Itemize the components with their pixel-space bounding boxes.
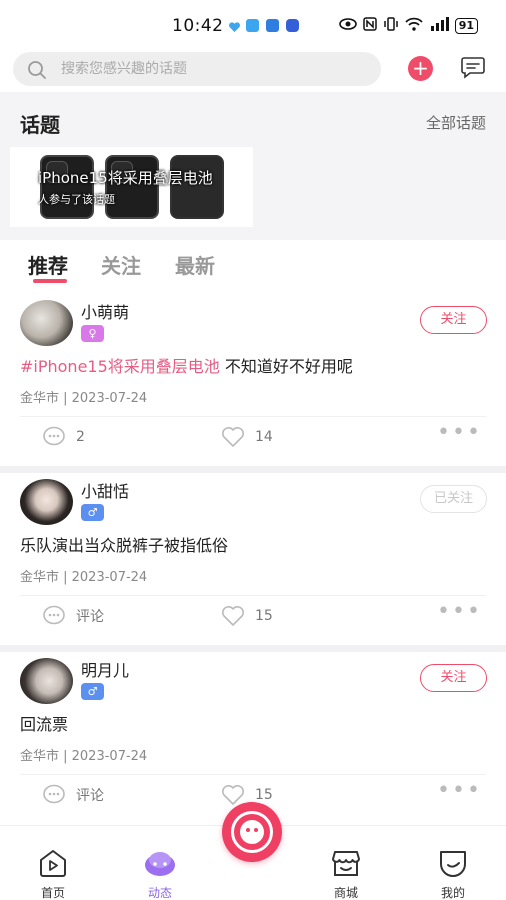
post-content[interactable]: #iPhone15将采用叠层电池 不知道好不好用呢 xyxy=(20,353,353,377)
post-card[interactable]: 明月儿 ♂ 关注 回流票 金华市 | 2023-07-24 评论 15 ••• xyxy=(0,652,506,824)
notification-shield-icon xyxy=(286,19,299,32)
add-icon[interactable]: + xyxy=(408,56,433,81)
follow-button[interactable]: 关注 xyxy=(420,664,487,692)
feed-tabs: 推荐 关注 最新 xyxy=(0,240,506,292)
comment-count: 2 xyxy=(76,429,85,445)
notification-app-icon xyxy=(246,19,259,32)
author-name[interactable]: 小甜恬 xyxy=(81,478,129,502)
nfc-icon xyxy=(362,17,377,34)
wifi-icon xyxy=(405,17,423,34)
comment-button[interactable]: 2 xyxy=(42,426,85,448)
eye-icon xyxy=(338,18,357,33)
more-icon[interactable]: ••• xyxy=(437,422,482,444)
battery-indicator: 91 xyxy=(454,17,478,34)
heart-icon xyxy=(222,606,244,626)
nav-shop[interactable]: 商城 xyxy=(316,848,376,900)
author-name[interactable]: 明月儿 xyxy=(81,657,129,681)
comment-button[interactable]: 评论 xyxy=(42,605,104,627)
status-icons: 91 xyxy=(338,17,478,34)
comment-icon xyxy=(43,784,65,804)
male-icon: ♂ xyxy=(81,504,104,521)
like-count: 14 xyxy=(255,429,273,445)
like-count: 15 xyxy=(255,787,273,803)
tab-latest[interactable]: 最新 xyxy=(175,250,215,279)
divider xyxy=(20,774,486,775)
avatar[interactable] xyxy=(20,300,73,346)
heart-icon xyxy=(222,427,244,447)
nav-moments-label: 动态 xyxy=(147,886,172,900)
post-card[interactable]: 小甜恬 ♂ 已关注 乐队演出当众脱裤子被指低俗 金华市 | 2023-07-24… xyxy=(0,473,506,652)
all-topics-link[interactable]: 全部话题 xyxy=(426,112,486,133)
home-icon xyxy=(40,850,66,877)
search-icon xyxy=(27,60,47,84)
comment-icon xyxy=(43,426,65,446)
search-bar[interactable] xyxy=(13,52,381,86)
avatar[interactable] xyxy=(20,658,73,704)
notification-heart-icon xyxy=(228,19,241,32)
author-name[interactable]: 小萌萌 xyxy=(81,299,129,323)
signal-icon xyxy=(429,17,449,34)
topic-card[interactable]: iPhone15将采用叠层电池 人参与了该话题 xyxy=(10,147,253,227)
female-icon: ♀ xyxy=(81,325,104,342)
post-text: 回流票 xyxy=(20,715,69,734)
status-time: 10:42 xyxy=(172,16,224,36)
notification-app-icon xyxy=(266,19,279,32)
message-icon[interactable] xyxy=(460,55,486,83)
tab-following[interactable]: 关注 xyxy=(101,250,141,279)
divider xyxy=(20,416,486,417)
nav-moments[interactable]: 动态 xyxy=(130,848,190,900)
comment-button[interactable]: 评论 xyxy=(42,784,104,806)
tab-recommend[interactable]: 推荐 xyxy=(28,250,68,279)
profile-icon xyxy=(440,851,466,877)
divider xyxy=(0,645,506,652)
topics-title: 话题 xyxy=(20,113,60,137)
vibrate-icon xyxy=(383,17,399,34)
divider xyxy=(0,466,506,473)
more-icon[interactable]: ••• xyxy=(437,780,482,802)
nav-profile-label: 我的 xyxy=(440,886,465,900)
avatar[interactable] xyxy=(20,479,73,525)
comment-label: 评论 xyxy=(76,609,104,625)
search-input[interactable] xyxy=(61,52,361,86)
topic-participants: 人参与了该话题 xyxy=(38,193,115,206)
post-meta: 金华市 | 2023-07-24 xyxy=(20,570,148,585)
nav-profile[interactable]: 我的 xyxy=(423,848,483,900)
post-text: 乐队演出当众脱裤子被指低俗 xyxy=(20,536,229,555)
topic-title: iPhone15将采用叠层电池 xyxy=(38,169,213,187)
topics-section: 话题 全部话题 iPhone15将采用叠层电池 人参与了该话题 xyxy=(0,92,506,240)
nav-home[interactable]: 首页 xyxy=(23,848,83,900)
center-action-button[interactable] xyxy=(222,802,282,862)
follow-button[interactable]: 关注 xyxy=(420,306,487,334)
like-button[interactable]: 15 xyxy=(221,605,273,627)
post-card[interactable]: 小萌萌 ♀ 关注 #iPhone15将采用叠层电池 不知道好不好用呢 金华市 |… xyxy=(0,294,506,473)
post-content[interactable]: 乐队演出当众脱裤子被指低俗 xyxy=(20,532,228,556)
comment-icon xyxy=(43,605,65,625)
post-meta: 金华市 | 2023-07-24 xyxy=(20,749,148,764)
following-button[interactable]: 已关注 xyxy=(420,485,487,513)
topic-tag[interactable]: #iPhone15将采用叠层电池 xyxy=(20,357,220,376)
nav-home-label: 首页 xyxy=(40,886,65,900)
post-meta: 金华市 | 2023-07-24 xyxy=(20,391,148,406)
status-bar: 10:42 91 xyxy=(0,0,506,50)
bottom-nav: 首页 动态 商城 我的 xyxy=(0,802,506,900)
like-button[interactable]: 14 xyxy=(221,426,273,448)
comment-label: 评论 xyxy=(76,788,104,804)
search-header: + xyxy=(0,50,506,92)
post-text: 不知道好不好用呢 xyxy=(219,357,353,376)
tab-active-indicator xyxy=(33,279,67,283)
post-content[interactable]: 回流票 xyxy=(20,711,68,735)
more-icon[interactable]: ••• xyxy=(437,601,482,623)
shop-icon xyxy=(332,851,360,876)
moments-icon xyxy=(145,852,175,876)
male-icon: ♂ xyxy=(81,683,104,700)
like-count: 15 xyxy=(255,608,273,624)
nav-shop-label: 商城 xyxy=(333,886,358,900)
divider xyxy=(20,595,486,596)
